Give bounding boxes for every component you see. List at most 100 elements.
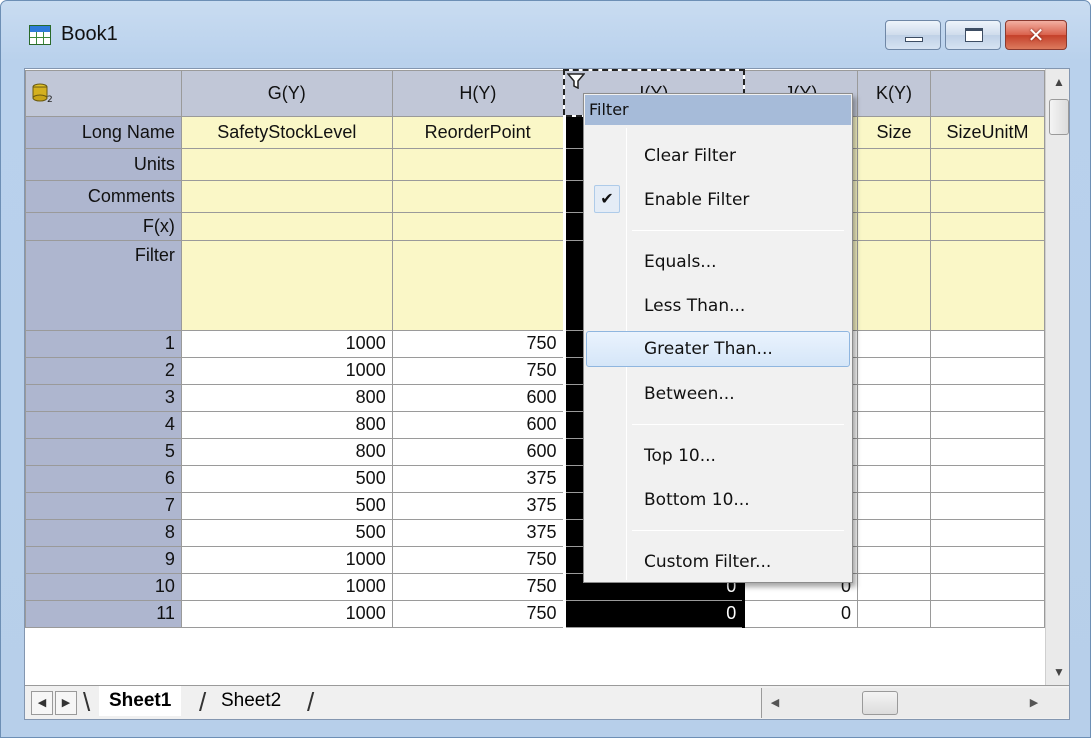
- menu-item-less-than[interactable]: Less Than...: [586, 288, 850, 324]
- cell-k[interactable]: [857, 437, 931, 466]
- menu-item-top-10[interactable]: Top 10...: [586, 438, 850, 474]
- cell-g[interactable]: 500: [180, 518, 393, 547]
- meta-cell[interactable]: [930, 211, 1045, 241]
- menu-item-custom-filter[interactable]: Custom Filter...: [586, 544, 850, 580]
- row-label-filter[interactable]: Filter: [25, 239, 182, 331]
- cell-k[interactable]: [857, 410, 931, 439]
- meta-cell[interactable]: [180, 179, 393, 213]
- row-number[interactable]: 4: [25, 410, 182, 439]
- meta-cell[interactable]: [391, 179, 565, 213]
- cell-g[interactable]: 500: [180, 464, 393, 493]
- vertical-scroll-thumb[interactable]: [1049, 99, 1069, 135]
- long-name-k[interactable]: Size: [857, 115, 931, 149]
- cell-l[interactable]: [930, 491, 1045, 520]
- meta-cell[interactable]: [857, 211, 931, 241]
- cell-k[interactable]: [857, 464, 931, 493]
- cell-g[interactable]: 800: [180, 383, 393, 412]
- row-label-long-name[interactable]: Long Name: [25, 115, 182, 149]
- cell-l[interactable]: [930, 437, 1045, 466]
- meta-cell[interactable]: [391, 211, 565, 241]
- cell-h[interactable]: 750: [391, 545, 565, 574]
- row-number[interactable]: 11: [25, 599, 182, 628]
- cell-k[interactable]: [857, 491, 931, 520]
- cell-g[interactable]: 1000: [180, 572, 393, 601]
- row-number[interactable]: 6: [25, 464, 182, 493]
- cell-g[interactable]: 800: [180, 410, 393, 439]
- scroll-right-icon[interactable]: ▶: [1023, 688, 1045, 718]
- cell-g[interactable]: 1000: [180, 356, 393, 385]
- cell-h[interactable]: 600: [391, 410, 565, 439]
- row-number[interactable]: 1: [25, 329, 182, 358]
- cell-k[interactable]: [857, 356, 931, 385]
- menu-item-between[interactable]: Between...: [586, 376, 850, 412]
- cell-h[interactable]: 750: [391, 356, 565, 385]
- column-header-l[interactable]: [930, 69, 1045, 117]
- long-name-g[interactable]: SafetyStockLevel: [180, 115, 393, 149]
- meta-cell[interactable]: [391, 147, 565, 181]
- meta-cell[interactable]: [857, 179, 931, 213]
- horizontal-scroll-thumb[interactable]: [862, 691, 898, 715]
- title-bar[interactable]: Book1 ✕: [1, 1, 1090, 67]
- meta-cell[interactable]: [391, 239, 565, 331]
- meta-cell[interactable]: [930, 147, 1045, 181]
- cell-g[interactable]: 1000: [180, 599, 393, 628]
- menu-item-greater-than[interactable]: Greater Than...: [586, 331, 850, 367]
- cell-g[interactable]: 500: [180, 491, 393, 520]
- meta-cell[interactable]: [180, 239, 393, 331]
- cell-k[interactable]: [857, 599, 931, 628]
- menu-item-enable-filter[interactable]: ✔ Enable Filter: [586, 182, 850, 218]
- cell-l[interactable]: [930, 545, 1045, 574]
- row-number[interactable]: 7: [25, 491, 182, 520]
- menu-item-clear-filter[interactable]: Clear Filter: [586, 138, 850, 174]
- funnel-icon[interactable]: [567, 73, 586, 89]
- cell-h[interactable]: 375: [391, 518, 565, 547]
- column-header-h[interactable]: H(Y): [391, 69, 565, 117]
- tab-prev-icon[interactable]: ◀: [31, 691, 53, 715]
- cell-l[interactable]: [930, 410, 1045, 439]
- scroll-up-icon[interactable]: ▲: [1046, 69, 1069, 95]
- tab-next-icon[interactable]: ▶: [55, 691, 77, 715]
- row-number[interactable]: 2: [25, 356, 182, 385]
- cell-i[interactable]: 0: [562, 599, 746, 628]
- cell-k[interactable]: [857, 518, 931, 547]
- row-number[interactable]: 5: [25, 437, 182, 466]
- cell-h[interactable]: 600: [391, 437, 565, 466]
- cell-l[interactable]: [930, 518, 1045, 547]
- cell-h[interactable]: 750: [391, 599, 565, 628]
- cell-h[interactable]: 375: [391, 491, 565, 520]
- close-button[interactable]: ✕: [1005, 20, 1067, 50]
- row-label-units[interactable]: Units: [25, 147, 182, 181]
- cell-l[interactable]: [930, 572, 1045, 601]
- menu-item-equals[interactable]: Equals...: [586, 244, 850, 280]
- meta-cell[interactable]: [857, 239, 931, 331]
- meta-cell[interactable]: [857, 147, 931, 181]
- meta-cell[interactable]: [180, 147, 393, 181]
- maximize-button[interactable]: [945, 20, 1001, 50]
- resize-grip-icon[interactable]: [1047, 688, 1069, 718]
- horizontal-scrollbar[interactable]: ◀ ▶: [761, 688, 1047, 718]
- vertical-scrollbar[interactable]: ▲ ▼: [1045, 69, 1069, 685]
- row-number[interactable]: 10: [25, 572, 182, 601]
- row-number[interactable]: 3: [25, 383, 182, 412]
- cell-h[interactable]: 750: [391, 329, 565, 358]
- cell-h[interactable]: 750: [391, 572, 565, 601]
- cell-l[interactable]: [930, 329, 1045, 358]
- menu-item-bottom-10[interactable]: Bottom 10...: [586, 482, 850, 518]
- row-number[interactable]: 9: [25, 545, 182, 574]
- cell-g[interactable]: 1000: [180, 545, 393, 574]
- cell-h[interactable]: 600: [391, 383, 565, 412]
- cell-h[interactable]: 375: [391, 464, 565, 493]
- scroll-down-icon[interactable]: ▼: [1046, 659, 1069, 685]
- meta-cell[interactable]: [930, 179, 1045, 213]
- cell-j[interactable]: 0: [743, 599, 859, 628]
- row-number[interactable]: 8: [25, 518, 182, 547]
- tab-sheet2[interactable]: Sheet2: [211, 686, 292, 716]
- cell-l[interactable]: [930, 599, 1045, 628]
- cell-l[interactable]: [930, 356, 1045, 385]
- minimize-button[interactable]: [885, 20, 941, 50]
- scroll-left-icon[interactable]: ◀: [764, 688, 786, 718]
- cell-l[interactable]: [930, 383, 1045, 412]
- long-name-h[interactable]: ReorderPoint: [391, 115, 565, 149]
- corner-cell[interactable]: 2: [25, 69, 182, 117]
- row-label-fx[interactable]: F(x): [25, 211, 182, 241]
